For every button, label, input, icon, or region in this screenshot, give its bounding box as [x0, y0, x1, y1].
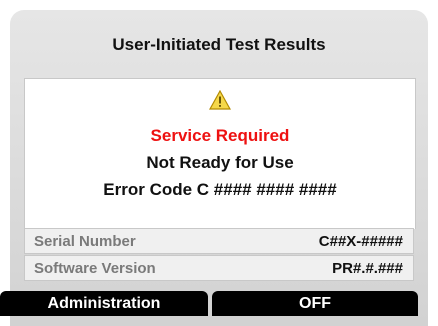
- device-screen: User-Initiated Test Results Service Requ…: [10, 10, 428, 326]
- serial-number-value: C##X-#####: [318, 233, 403, 250]
- not-ready-text: Not Ready for Use: [146, 153, 294, 172]
- warning-icon: [209, 90, 231, 110]
- software-version-row: Software Version PR#.#.###: [24, 255, 414, 281]
- serial-number-row: Serial Number C##X-#####: [24, 228, 414, 254]
- software-version-value: PR#.#.###: [332, 260, 403, 277]
- administration-button[interactable]: Administration: [0, 291, 208, 316]
- software-version-label: Software Version: [34, 260, 156, 277]
- service-required-text: Service Required: [150, 126, 290, 145]
- screen-title: User-Initiated Test Results: [112, 35, 326, 54]
- serial-number-label: Serial Number: [34, 233, 136, 250]
- error-code-text: Error Code C #### #### ####: [103, 180, 337, 199]
- test-results-panel: Service Required Not Ready for Use Error…: [24, 78, 416, 229]
- off-button[interactable]: OFF: [212, 291, 418, 316]
